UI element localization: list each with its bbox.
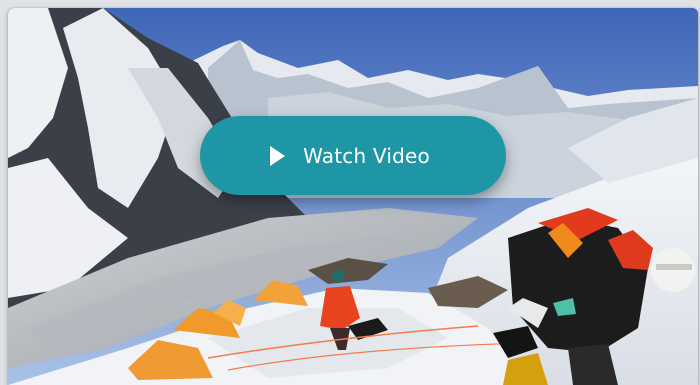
watch-video-label: Watch Video — [303, 143, 430, 168]
video-thumbnail[interactable]: Watch Video — [8, 8, 698, 385]
video-frame: Watch Video — [0, 0, 700, 385]
play-icon — [270, 145, 286, 166]
watch-video-button[interactable]: Watch Video — [200, 116, 506, 195]
mountain-scene-image — [8, 8, 698, 385]
